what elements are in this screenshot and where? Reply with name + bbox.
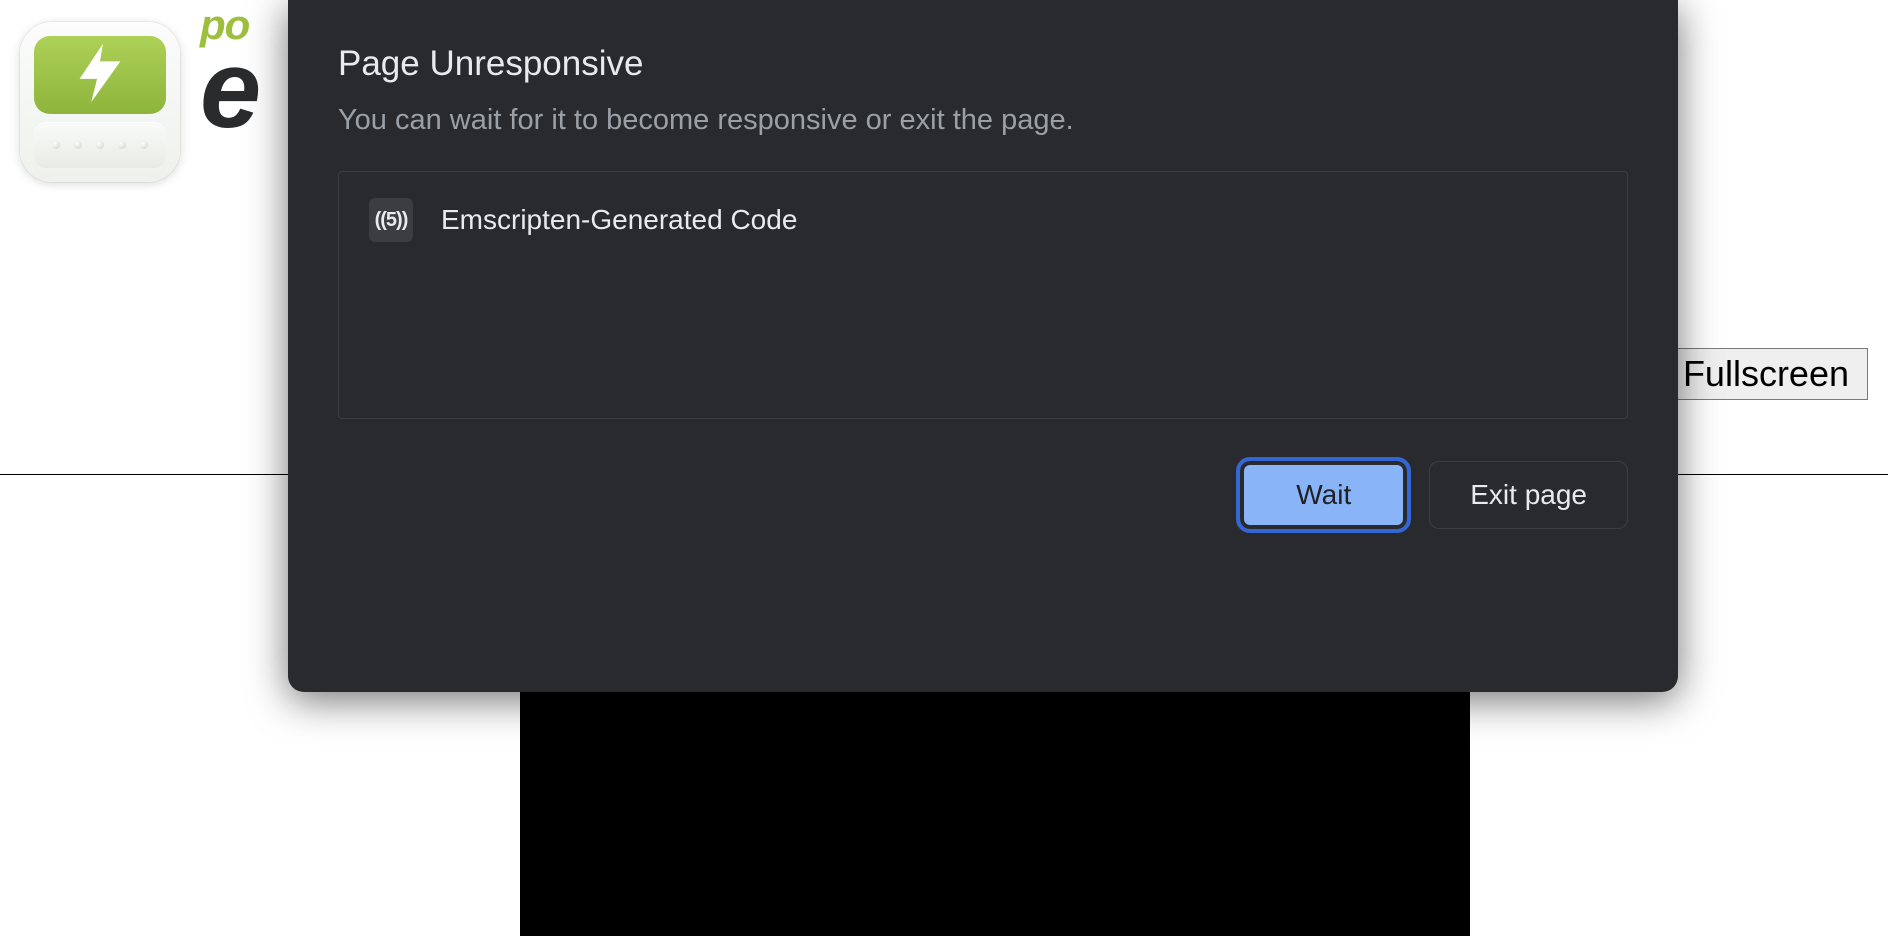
- wordart-large: e: [200, 46, 255, 134]
- wait-button[interactable]: Wait: [1240, 461, 1407, 529]
- exit-page-button[interactable]: Exit page: [1429, 461, 1628, 529]
- dialog-title: Page Unresponsive: [338, 44, 1628, 84]
- page-root: po e Fullscreen Page Unresponsive You ca…: [0, 0, 1888, 936]
- frozen-page-title: Emscripten-Generated Code: [441, 204, 797, 236]
- dialog-button-row: Wait Exit page: [338, 461, 1628, 529]
- emscripten-wordart: po e: [200, 4, 255, 134]
- frozen-pages-list: ((5)) Emscripten-Generated Code: [338, 171, 1628, 419]
- logo-dot: [74, 141, 82, 149]
- logo-dot: [118, 141, 126, 149]
- logo-dot: [52, 141, 60, 149]
- page-unresponsive-dialog: Page Unresponsive You can wait for it to…: [288, 0, 1678, 692]
- lightning-icon: [65, 38, 135, 113]
- emscripten-logo: [20, 22, 180, 182]
- fullscreen-button[interactable]: Fullscreen: [1664, 348, 1868, 400]
- logo-bottom-panel: [34, 122, 166, 168]
- dialog-subtitle: You can wait for it to become responsive…: [338, 104, 1628, 137]
- logo-top-panel: [34, 36, 166, 114]
- broadcast-icon: ((5)): [369, 198, 413, 242]
- logo-dot: [140, 141, 148, 149]
- frozen-page-item: ((5)) Emscripten-Generated Code: [369, 198, 1597, 242]
- logo-dot: [96, 141, 104, 149]
